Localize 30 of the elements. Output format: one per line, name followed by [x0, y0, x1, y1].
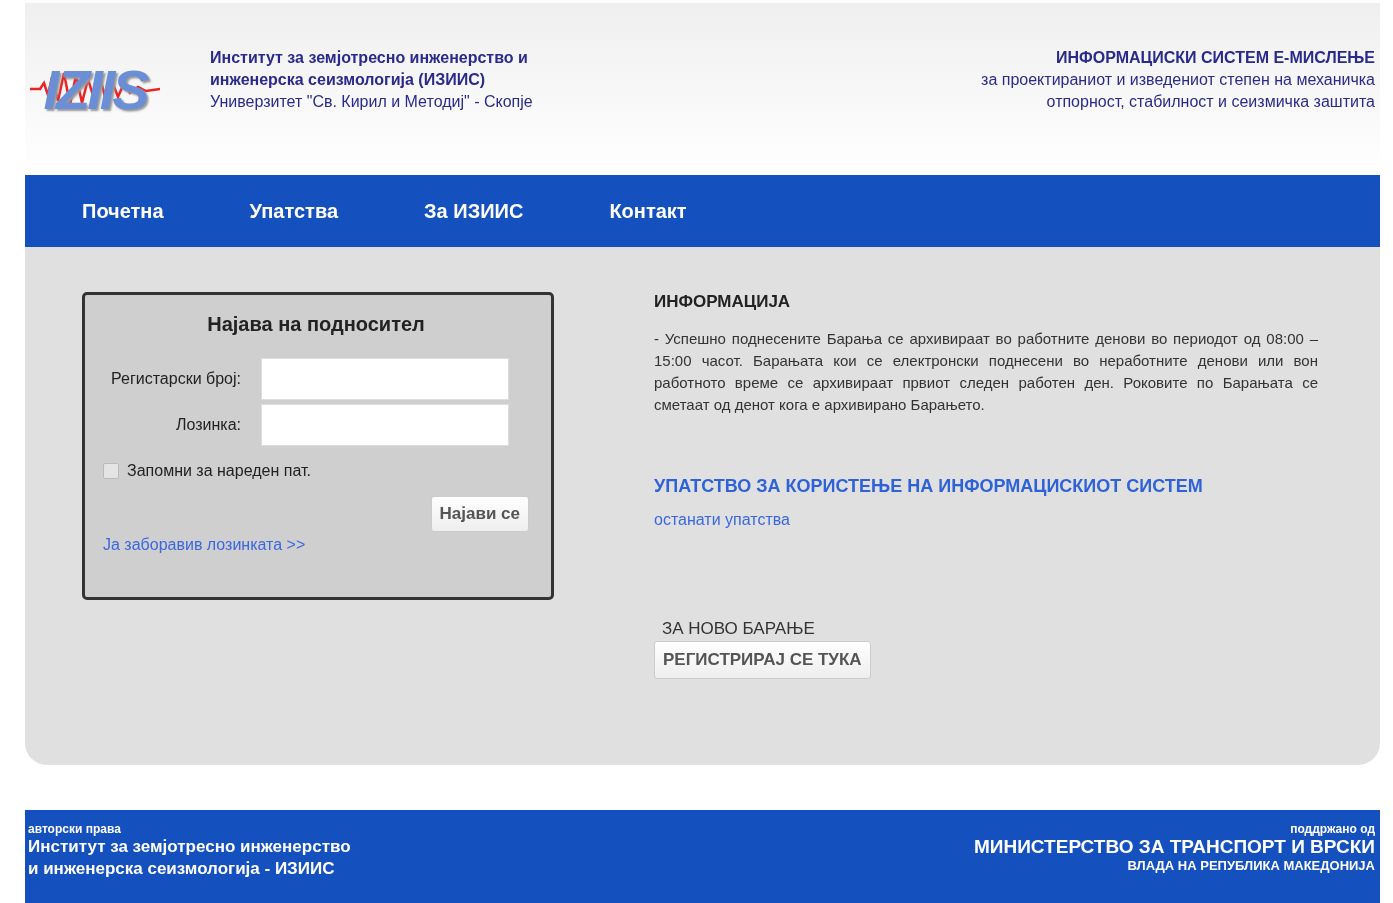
- field-label: Лозинка:: [174, 416, 242, 434]
- ministry-name: МИНИСТЕРСТВО ЗА ТРАНСПОРТ И ВРСКИ: [974, 836, 1375, 858]
- institute-name: инженерска сеизмологија (ИЗИИС): [210, 70, 487, 90]
- nav-link[interactable]: Почетна: [82, 199, 164, 223]
- input-field[interactable]: [261, 358, 509, 400]
- copyright-holder: Институт за земјотресно инженерство: [28, 836, 351, 858]
- system-subtitle: отпорност, стабилност и сеизмичка заштита: [1045, 92, 1375, 112]
- nav-link[interactable]: За ИЗИИС: [424, 199, 524, 223]
- institute-name: Институт за земјотресно инженерство и: [210, 48, 529, 68]
- manual-link[interactable]: УПАТСТВО ЗА КОРИСТЕЊЕ НА ИНФОРМАЦИСКИОТ СИСТЕМ: [654, 476, 1318, 497]
- copyright-caption: авторски права: [28, 822, 122, 836]
- new-request-label: ЗА НОВО БАРАЊЕ: [662, 619, 815, 639]
- field-label: Регистарски број:: [110, 370, 242, 388]
- nav-link[interactable]: Контакт: [609, 199, 687, 223]
- nav-link[interactable]: Упатства: [249, 199, 339, 223]
- government-name: ВЛАДА НА РЕПУБЛИКА МАКЕДОНИЈА: [1126, 858, 1375, 873]
- info-heading: ИНФОРМАЦИЈА: [654, 292, 792, 312]
- info-paragraph: - Успешно поднесените Барања се архивираат во работните денови во периодот од 08:00 – 15:00 часот. Барањата кои се електронски поднесени во неработните денови или вон работното време се архивираат првиот следен работен ден. Роковите по Барањата се сметаат од денот кога е архивирано Барањето.: [654, 329, 1318, 415]
- login-title: Најава на подносител: [206, 313, 426, 336]
- copyright-holder: и инженерска сеизмологија - ИЗИИС: [28, 858, 336, 880]
- university-name: Универзитет "Св. Кирил и Методиј" - Скопје: [210, 92, 533, 112]
- checkbox[interactable]: [103, 463, 119, 479]
- other-manuals-link[interactable]: останати упатства: [654, 511, 1318, 529]
- login-button[interactable]: Најави се: [430, 496, 529, 532]
- checkbox-label: Запомни за нареден пат.: [127, 462, 311, 480]
- input-field[interactable]: [261, 404, 509, 446]
- support-caption: поддржано од: [1289, 822, 1375, 836]
- system-subtitle: за проектираниот и изведениот степен на механичка: [981, 70, 1375, 90]
- system-title: ИНФОРМАЦИСКИ СИСТЕМ Е-МИСЛЕЊЕ: [1055, 48, 1375, 68]
- register-button[interactable]: РЕГИСТРИРАЈ СЕ ТУКА: [654, 641, 871, 679]
